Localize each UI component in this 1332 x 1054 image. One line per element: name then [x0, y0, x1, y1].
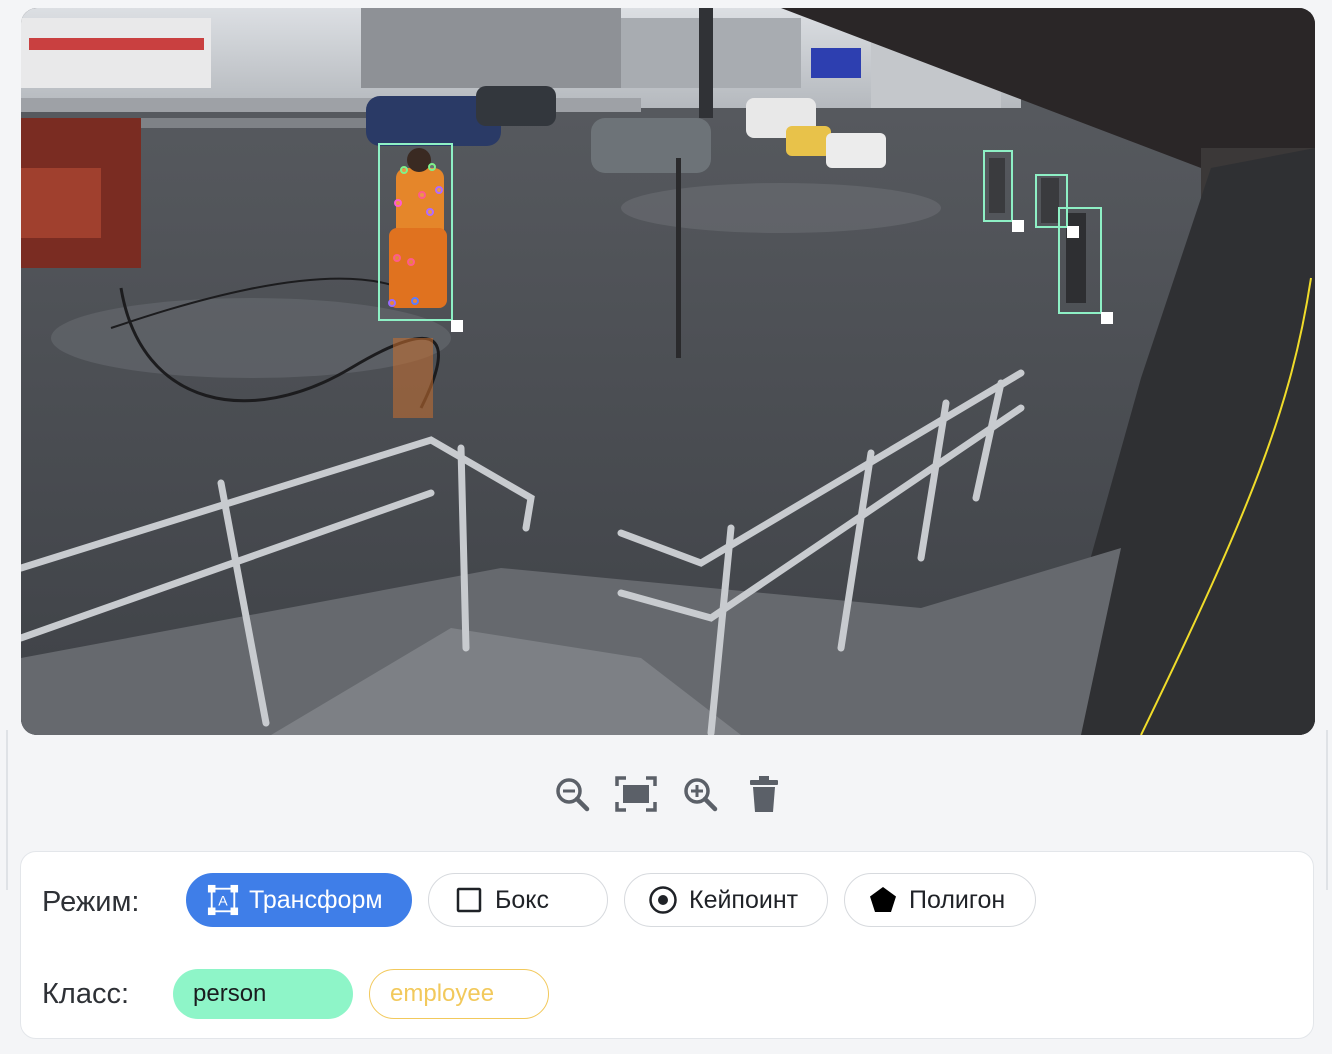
keypoint[interactable] [411, 297, 419, 305]
camera-image [21, 8, 1315, 735]
pentagon-icon [867, 884, 899, 916]
target-icon [647, 884, 679, 916]
bbox-resize-handle[interactable] [1101, 312, 1113, 324]
fit-screen-icon [615, 776, 657, 812]
keypoint[interactable] [394, 199, 402, 207]
class-employee-button[interactable]: employee [369, 969, 549, 1019]
keypoint[interactable] [400, 166, 408, 174]
zoom-out-button[interactable] [550, 770, 594, 818]
keypoint[interactable] [407, 258, 415, 266]
mode-box-label: Бокс [495, 885, 550, 914]
keypoint[interactable] [388, 299, 396, 307]
keypoint[interactable] [393, 254, 401, 262]
trash-icon [750, 776, 778, 812]
mode-polygon-label: Полигон [909, 885, 1006, 914]
frame-left-edge [6, 730, 8, 890]
keypoint[interactable] [428, 163, 436, 171]
annotation-canvas[interactable] [21, 8, 1315, 735]
keypoint[interactable] [418, 191, 426, 199]
mode-polygon-button[interactable]: Полигон [844, 873, 1036, 927]
keypoint[interactable] [426, 208, 434, 216]
zoom-in-icon [684, 778, 718, 812]
zoom-out-icon [556, 778, 590, 812]
mode-box-button[interactable]: Бокс [428, 873, 608, 927]
frame-right-edge [1326, 730, 1328, 890]
delete-button[interactable] [742, 770, 786, 818]
class-person-button[interactable]: person [173, 969, 353, 1019]
canvas-toolbar [550, 770, 790, 818]
mode-transform-label: Трансформ [249, 885, 383, 914]
mode-label: Режим: [42, 886, 140, 918]
class-label: Класс: [42, 978, 129, 1010]
svg-text:A: A [218, 893, 228, 909]
bbox-resize-handle[interactable] [1012, 220, 1024, 232]
zoom-in-button[interactable] [678, 770, 722, 818]
mode-keypoint-label: Кейпоинт [689, 885, 799, 914]
controls-panel: Режим: A Трансформ Бокс Кейпоинт Полигон… [20, 851, 1314, 1039]
keypoint[interactable] [435, 186, 443, 194]
class-employee-label: employee [390, 980, 495, 1007]
bbox-person-worker[interactable] [378, 143, 453, 321]
mode-transform-button[interactable]: A Трансформ [186, 873, 412, 927]
square-icon [453, 884, 485, 916]
class-person-label: person [193, 980, 267, 1007]
bbox-person-pedestrian-3[interactable] [1058, 207, 1102, 314]
bbox-resize-handle[interactable] [451, 320, 463, 332]
mode-keypoint-button[interactable]: Кейпоинт [624, 873, 828, 927]
transform-icon: A [207, 884, 239, 916]
fit-screen-button[interactable] [614, 770, 658, 818]
bbox-person-pedestrian-1[interactable] [983, 150, 1013, 222]
